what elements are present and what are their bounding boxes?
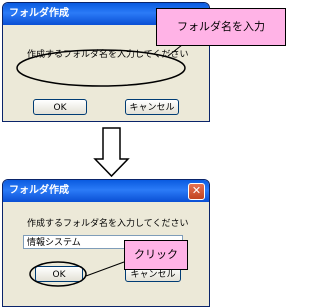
callout-pointer-bottom bbox=[85, 261, 125, 277]
input-highlight-ellipse bbox=[16, 49, 186, 87]
callout-click-note: クリック bbox=[124, 240, 188, 270]
callout-input-note: フォルダ名を入力 bbox=[156, 8, 286, 46]
callout-pointer-top bbox=[167, 44, 183, 57]
down-arrow-icon bbox=[93, 127, 130, 178]
ok-highlight-ellipse bbox=[29, 261, 87, 287]
